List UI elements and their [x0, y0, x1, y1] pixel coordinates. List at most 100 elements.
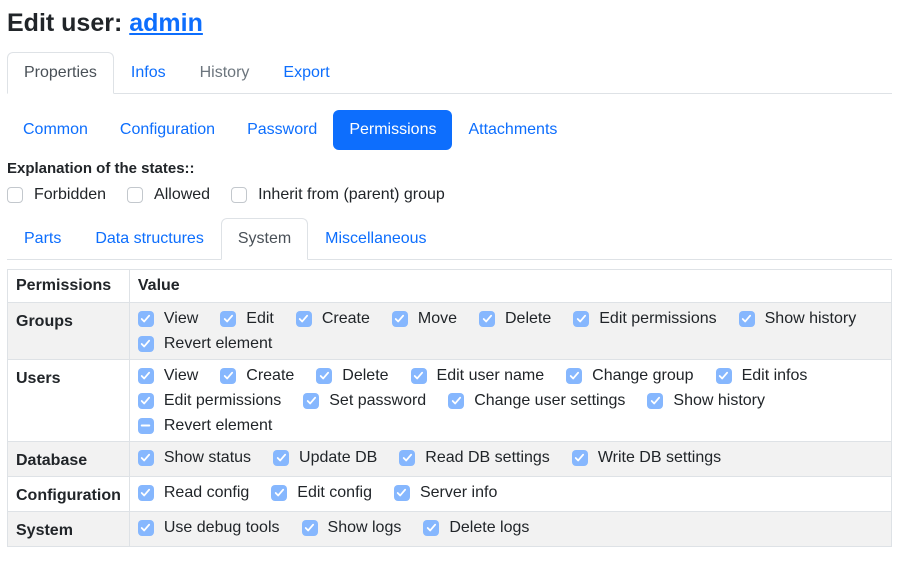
permission-checkbox-label: Change group	[592, 365, 693, 386]
column-header-permissions: Permissions	[8, 270, 130, 303]
checkbox-checked-icon[interactable]	[316, 368, 332, 384]
checkbox-checked-icon[interactable]	[448, 393, 464, 409]
section-pills: Common Configuration Password Permission…	[7, 110, 892, 150]
checkbox-checked-icon[interactable]	[138, 393, 154, 409]
tab-infos[interactable]: Infos	[114, 52, 183, 94]
checkbox-checked-icon[interactable]	[573, 311, 589, 327]
permission-checkbox-item[interactable]: Create	[296, 308, 370, 329]
permission-checkbox-label: Revert element	[164, 415, 273, 436]
tab-export[interactable]: Export	[266, 52, 346, 94]
tab-parts[interactable]: Parts	[7, 218, 78, 260]
checkbox-unchecked-icon[interactable]	[7, 187, 23, 203]
permission-checkbox-item[interactable]: Edit user name	[411, 365, 545, 386]
column-header-value: Value	[129, 270, 891, 303]
checkbox-checked-icon[interactable]	[423, 520, 439, 536]
checkbox-checked-icon[interactable]	[138, 368, 154, 384]
permission-checkbox-item[interactable]: Use debug tools	[138, 517, 280, 538]
checkbox-checked-icon[interactable]	[411, 368, 427, 384]
checkbox-unchecked-icon[interactable]	[127, 187, 143, 203]
checkbox-checked-icon[interactable]	[479, 311, 495, 327]
permission-checkbox-item[interactable]: Server info	[394, 482, 497, 503]
page-title: Edit user: admin	[7, 8, 892, 38]
permission-checkbox-label: Create	[246, 365, 294, 386]
permission-checkbox-item[interactable]: Edit infos	[716, 365, 808, 386]
permission-checkbox-item[interactable]: Move	[392, 308, 457, 329]
pill-attachments[interactable]: Attachments	[452, 110, 573, 150]
checkbox-checked-icon[interactable]	[392, 311, 408, 327]
permission-checkbox-item[interactable]: Edit permissions	[573, 308, 716, 329]
checkbox-checked-icon[interactable]	[716, 368, 732, 384]
permission-checkbox-item[interactable]: Create	[220, 365, 294, 386]
permission-checkbox-label: Write DB settings	[598, 447, 721, 468]
pill-common[interactable]: Common	[7, 110, 104, 150]
checkbox-unchecked-icon[interactable]	[231, 187, 247, 203]
permission-checkbox-item[interactable]: Edit permissions	[138, 390, 281, 411]
checkbox-checked-icon[interactable]	[138, 485, 154, 501]
permission-category-label: System	[8, 512, 130, 547]
permission-checkbox-label: Edit permissions	[164, 390, 281, 411]
pill-password[interactable]: Password	[231, 110, 333, 150]
permission-checkbox-item[interactable]: Revert element	[138, 333, 273, 354]
permission-checkbox-item[interactable]: View	[138, 308, 198, 329]
permission-checkbox-item[interactable]: Show logs	[302, 517, 402, 538]
permissions-table: Permissions Value Groups View Edit Create Mo…	[7, 269, 892, 547]
tab-data-structures[interactable]: Data structures	[78, 218, 220, 260]
permission-checkbox-item[interactable]: Show history	[739, 308, 857, 329]
checkbox-checked-icon[interactable]	[399, 450, 415, 466]
checkbox-checked-icon[interactable]	[296, 311, 312, 327]
permission-checkbox-label: Update DB	[299, 447, 377, 468]
pill-permissions[interactable]: Permissions	[333, 110, 452, 150]
checkbox-checked-icon[interactable]	[566, 368, 582, 384]
permission-checkbox-item[interactable]: Edit config	[271, 482, 372, 503]
checkbox-checked-icon[interactable]	[220, 368, 236, 384]
checkbox-checked-icon[interactable]	[273, 450, 289, 466]
permission-checkbox-item[interactable]: Update DB	[273, 447, 377, 468]
checkbox-indeterminate-icon[interactable]	[138, 418, 154, 434]
tab-properties[interactable]: Properties	[7, 52, 114, 94]
permission-checkbox-item[interactable]: Change group	[566, 365, 693, 386]
checkbox-checked-icon[interactable]	[739, 311, 755, 327]
permission-category-label: Database	[8, 442, 130, 477]
checkbox-checked-icon[interactable]	[138, 520, 154, 536]
permission-checkbox-item[interactable]: View	[138, 365, 198, 386]
permission-checkbox-label: Change user settings	[474, 390, 625, 411]
permission-checkbox-item[interactable]: Delete	[479, 308, 551, 329]
permission-checkbox-item[interactable]: Show status	[138, 447, 251, 468]
permission-checkbox-item[interactable]: Delete logs	[423, 517, 529, 538]
tab-system[interactable]: System	[221, 218, 308, 260]
permission-checkbox-label: Delete	[342, 365, 388, 386]
checkbox-checked-icon[interactable]	[647, 393, 663, 409]
permission-checkbox-item[interactable]: Read DB settings	[399, 447, 550, 468]
permission-checkbox-item[interactable]: Change user settings	[448, 390, 625, 411]
legend-item-label: Allowed	[154, 184, 210, 205]
checkbox-checked-icon[interactable]	[394, 485, 410, 501]
checkbox-checked-icon[interactable]	[138, 336, 154, 352]
permission-checkbox-item[interactable]: Show history	[647, 390, 765, 411]
permission-checkbox-label: Show history	[765, 308, 857, 329]
checkbox-checked-icon[interactable]	[271, 485, 287, 501]
checkbox-checked-icon[interactable]	[572, 450, 588, 466]
permission-checkbox-label: Show history	[673, 390, 765, 411]
checkbox-checked-icon[interactable]	[138, 450, 154, 466]
pill-configuration[interactable]: Configuration	[104, 110, 231, 150]
permission-checkbox-item[interactable]: Write DB settings	[572, 447, 721, 468]
edited-user-link[interactable]: admin	[129, 9, 203, 37]
legend-item-label: Inherit from (parent) group	[258, 184, 445, 205]
permission-value-cell: View Create Delete Edit user name Change gro…	[129, 360, 891, 442]
table-row: Groups View Edit Create Move Delete Edit permi…	[8, 303, 892, 360]
permission-checkbox-item[interactable]: Edit	[220, 308, 274, 329]
checkbox-checked-icon[interactable]	[303, 393, 319, 409]
checkbox-checked-icon[interactable]	[302, 520, 318, 536]
permission-checkbox-item[interactable]: Set password	[303, 390, 426, 411]
permission-checkbox-item[interactable]: Delete	[316, 365, 388, 386]
permission-checkbox-label: Edit permissions	[599, 308, 716, 329]
checkbox-checked-icon[interactable]	[220, 311, 236, 327]
table-row: ConfigurationRead configEdit configServe…	[8, 477, 892, 512]
legend-title: Explanation of the states::	[7, 160, 892, 177]
permission-category-tabs: Parts Data structures System Miscellaneo…	[7, 218, 892, 260]
tab-miscellaneous[interactable]: Miscellaneous	[308, 218, 443, 260]
permission-checkbox-item[interactable]: Revert element	[138, 415, 273, 436]
checkbox-checked-icon[interactable]	[138, 311, 154, 327]
permission-category-label: Groups	[8, 303, 130, 360]
permission-checkbox-item[interactable]: Read config	[138, 482, 249, 503]
